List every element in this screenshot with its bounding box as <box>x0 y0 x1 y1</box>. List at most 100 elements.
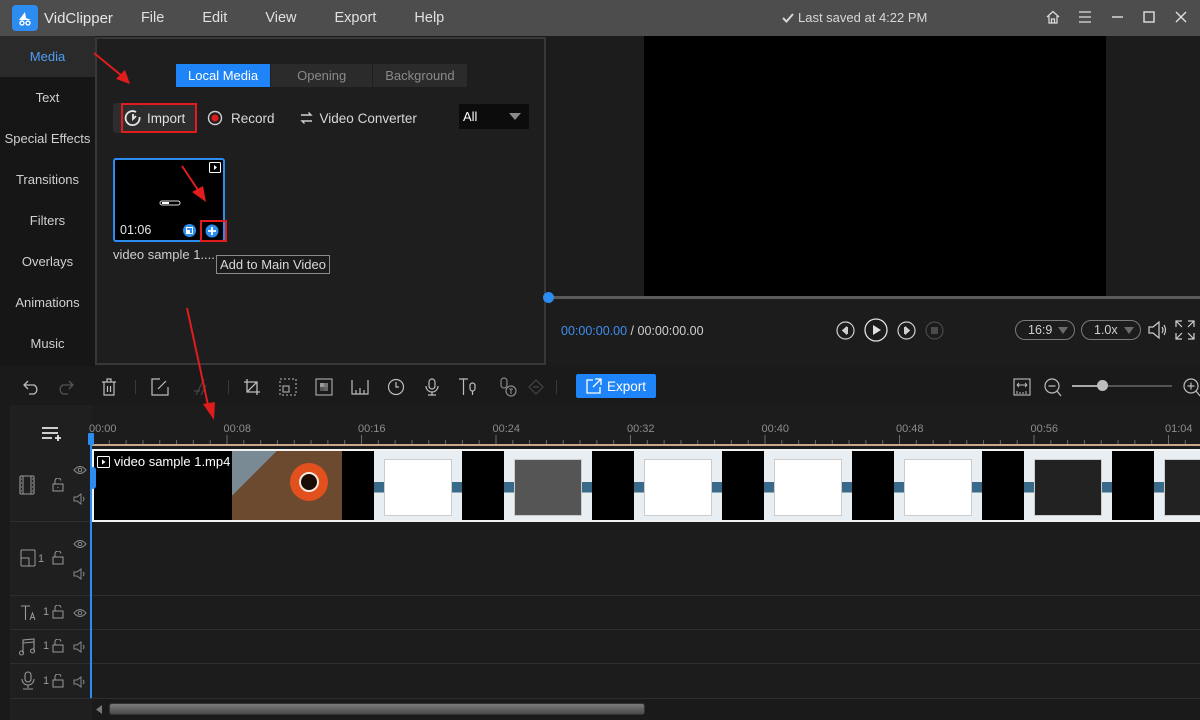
menu-icon[interactable] <box>1076 8 1094 26</box>
replace-icon[interactable] <box>183 224 196 237</box>
split-icon[interactable] <box>190 377 210 397</box>
speech-to-text-icon[interactable] <box>498 377 518 397</box>
tab-opening[interactable]: Opening <box>271 64 374 87</box>
preview-progress-bar[interactable] <box>543 292 1200 303</box>
delete-icon[interactable] <box>99 377 119 397</box>
main-video-clip[interactable]: video sample 1.mp4 <box>92 449 1200 522</box>
music-icon <box>18 638 36 656</box>
scrollbar-thumb[interactable] <box>109 703 645 715</box>
lock-icon[interactable] <box>52 639 64 653</box>
text-to-speech-icon[interactable] <box>458 377 478 397</box>
swap-icon <box>299 111 314 125</box>
music-track: 1 <box>10 630 1200 664</box>
scroll-left-icon[interactable] <box>96 705 102 714</box>
current-time: 00:00:00.00 <box>561 324 628 338</box>
timeline-toolbar: Export <box>10 370 1200 403</box>
minimize-icon[interactable] <box>1108 8 1126 26</box>
keyframe-icon[interactable] <box>526 377 546 397</box>
speed-value: 1.0x <box>1094 323 1118 337</box>
tab-local-media[interactable]: Local Media <box>176 64 272 87</box>
lock-icon[interactable] <box>52 478 64 492</box>
clip-frame <box>1154 451 1200 520</box>
speed-select[interactable]: 1.0x <box>1081 320 1141 340</box>
export-button[interactable]: Export <box>576 374 656 398</box>
media-item-thumbnail[interactable]: 01:06 <box>113 158 227 242</box>
play-icon[interactable] <box>864 318 888 342</box>
media-item-name: video sample 1.... <box>113 247 215 262</box>
sidebar-item-transitions[interactable]: Transitions <box>0 159 95 200</box>
eye-icon[interactable] <box>73 465 87 475</box>
media-filter-select[interactable]: All <box>459 104 529 129</box>
sidebar-item-music[interactable]: Music <box>0 323 95 364</box>
timeline: 00:00 00:08 00:16 00:24 00:32 00:40 00:48 00:56… <box>10 405 1200 720</box>
sidebar-item-media[interactable]: Media <box>0 36 95 77</box>
preview-screen <box>644 36 1106 296</box>
time-separator: / <box>630 324 635 338</box>
voiceover-icon[interactable] <box>422 377 442 397</box>
speaker-icon[interactable] <box>73 676 87 688</box>
menu-view[interactable]: View <box>265 10 296 26</box>
close-icon[interactable] <box>1172 8 1190 26</box>
chevron-down-icon <box>1058 326 1068 334</box>
sidebar-item-overlays[interactable]: Overlays <box>0 241 95 282</box>
sidebar-item-animations[interactable]: Animations <box>0 282 95 323</box>
record-button[interactable]: Record <box>207 110 275 126</box>
lock-icon[interactable] <box>52 605 64 619</box>
fullscreen-icon[interactable] <box>1175 320 1195 340</box>
timeline-zoom-slider[interactable] <box>1072 380 1172 391</box>
sidebar-item-filters[interactable]: Filters <box>0 200 95 241</box>
save-status: Last saved at 4:22 PM <box>782 10 927 25</box>
mosaic-icon[interactable] <box>314 377 334 397</box>
aspect-ratio-value: 16:9 <box>1028 323 1053 337</box>
zoom-in-icon[interactable] <box>1182 377 1200 397</box>
redo-icon[interactable] <box>55 377 75 397</box>
edit-icon[interactable] <box>150 377 170 397</box>
crop-icon[interactable] <box>242 377 262 397</box>
playhead[interactable] <box>90 433 92 698</box>
zoom-out-icon[interactable] <box>1043 377 1063 397</box>
menu-file[interactable]: File <box>141 10 164 26</box>
progress-handle[interactable] <box>543 292 554 303</box>
clip-frame <box>504 451 592 520</box>
text-track-count: 1 <box>43 606 50 618</box>
duration-icon[interactable] <box>386 377 406 397</box>
speaker-icon[interactable] <box>73 493 87 505</box>
zoom-slider-handle[interactable] <box>1097 380 1108 391</box>
pip-track-header: 1 <box>10 522 92 595</box>
audio-levels-icon[interactable] <box>350 377 370 397</box>
lock-icon[interactable] <box>52 551 64 565</box>
add-track-icon[interactable] <box>41 426 65 442</box>
home-icon[interactable] <box>1044 8 1062 26</box>
aspect-ratio-select[interactable]: 16:9 <box>1015 320 1075 340</box>
import-button[interactable]: Import <box>113 103 197 133</box>
fit-timeline-icon[interactable] <box>1012 377 1032 397</box>
ruler-label: 00:48 <box>896 423 924 435</box>
timeline-scrollbar[interactable] <box>92 699 1200 720</box>
timeline-ruler[interactable]: 00:00 00:08 00:16 00:24 00:32 00:40 00:48 00:56… <box>89 405 1200 446</box>
voiceover-track-count: 1 <box>43 675 50 687</box>
clip-frame <box>374 451 462 520</box>
maximize-icon[interactable] <box>1140 8 1158 26</box>
eye-icon[interactable] <box>73 539 87 549</box>
menu-help[interactable]: Help <box>414 10 444 26</box>
sidebar-item-special-effects[interactable]: Special Effects <box>0 118 95 159</box>
menu-edit[interactable]: Edit <box>202 10 227 26</box>
video-converter-button[interactable]: Video Converter <box>299 111 417 126</box>
speaker-icon[interactable] <box>73 641 87 653</box>
record-icon <box>207 110 223 126</box>
undo-icon[interactable] <box>22 377 42 397</box>
clip-frame <box>1112 451 1154 520</box>
tab-background[interactable]: Background <box>373 64 466 87</box>
next-frame-icon[interactable] <box>897 320 916 340</box>
previous-frame-icon[interactable] <box>836 320 855 340</box>
voiceover-track-header: 1 <box>10 664 92 698</box>
volume-icon[interactable] <box>1147 320 1169 340</box>
sidebar-item-text[interactable]: Text <box>0 77 95 118</box>
film-icon <box>19 475 35 495</box>
eye-icon[interactable] <box>73 608 87 618</box>
lock-icon[interactable] <box>52 674 64 688</box>
stop-icon[interactable] <box>925 320 944 340</box>
pip-icon[interactable] <box>278 377 298 397</box>
menu-export[interactable]: Export <box>334 10 376 26</box>
speaker-icon[interactable] <box>73 568 87 580</box>
